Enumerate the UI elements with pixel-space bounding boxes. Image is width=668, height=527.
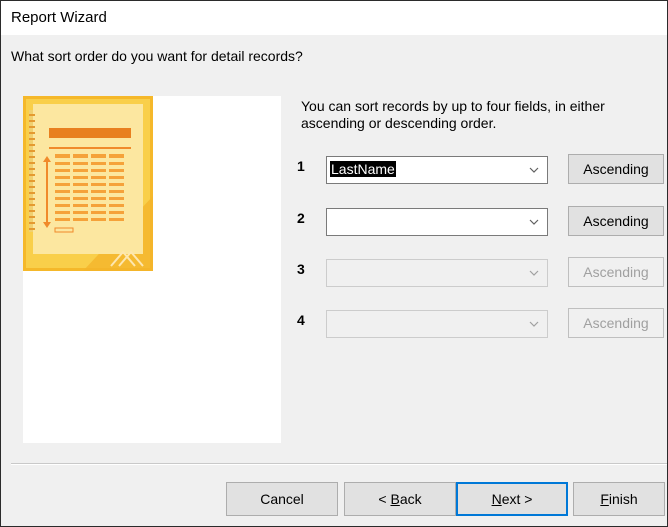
report-preview-graphic [23,96,153,271]
sort-row-2-number: 2 [297,210,305,226]
instructions-text: You can sort records by up to four field… [301,98,605,131]
sort-order-4-button: Ascending [568,308,664,338]
sort-row-1-number: 1 [297,158,305,174]
finish-button[interactable]: Finish [573,482,665,516]
next-button[interactable]: Next > [456,482,568,516]
report-wizard-window: Report Wizard What sort order do you wan… [0,0,668,527]
back-button[interactable]: < Back [344,482,456,516]
window-title: Report Wizard [11,9,107,26]
sort-field-1-combo[interactable]: LastName [326,156,548,184]
dropdown-arrow-icon[interactable] [521,157,547,183]
sort-field-3-combo [326,259,548,287]
sort-row-3-number: 3 [297,261,305,277]
title-bar: Report Wizard [1,1,667,35]
dropdown-arrow-icon[interactable] [521,209,547,235]
sort-field-1-value: LastName [330,161,396,177]
sort-order-1-button[interactable]: Ascending [568,154,664,184]
next-button-rest: ext > [501,491,533,507]
finish-button-mnemonic: F [600,491,609,507]
sort-row-4-number: 4 [297,312,305,328]
sort-field-4-combo [326,310,548,338]
sort-field-2-combo[interactable] [326,208,548,236]
sort-order-3-button: Ascending [568,257,664,287]
back-button-rest: ack [399,491,422,507]
dropdown-arrow-icon [521,260,547,286]
next-button-mnemonic: N [491,491,502,507]
cancel-button[interactable]: Cancel [226,482,338,516]
wizard-heading: What sort order do you want for detail r… [11,48,303,64]
footer-separator [11,463,667,465]
back-button-mnemonic: B [390,491,400,507]
sort-order-2-button[interactable]: Ascending [568,206,664,236]
dropdown-arrow-icon [521,311,547,337]
finish-button-rest: inish [608,491,638,507]
back-button-prefix: < [378,491,391,507]
preview-panel [23,96,281,443]
